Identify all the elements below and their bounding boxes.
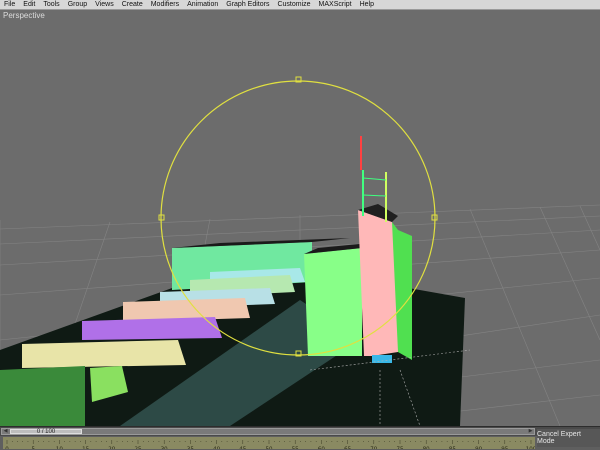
ruler-tick-label: 55 [292,447,299,450]
tower-front [358,210,398,356]
ruler-tick-label: 65 [344,447,351,450]
menu-group[interactable]: Group [64,0,91,9]
menu-create[interactable]: Create [118,0,147,9]
menu-maxscript[interactable]: MAXScript [315,0,356,9]
ruler-tick-label: 90 [475,447,482,450]
menu-file[interactable]: File [0,0,19,9]
ruler-tick-label: 85 [449,447,456,450]
ruler-tick-label: 5 [31,447,35,450]
track-bar[interactable]: 0 5 10 15 20 25 30 35 40 45 50 55 60 65 70 75 80 85 90 95 10… [3,437,535,449]
time-slider-thumb[interactable]: 0 / 100 [10,429,82,435]
ruler-tick-label: 35 [187,447,194,450]
ruler-tick-label: 30 [161,447,168,450]
ruler-tick-label: 10 [56,447,63,450]
ruler-tick-label: 40 [213,447,220,450]
slab-1 [22,340,186,368]
menu-edit[interactable]: Edit [19,0,39,9]
viewport-scene[interactable] [0,10,600,426]
ruler-tick-label: 95 [501,447,508,450]
ruler-tick-label: 45 [239,447,246,450]
next-frame-icon[interactable]: ▶ [527,429,534,434]
menu-views[interactable]: Views [91,0,118,9]
ruler-tick-label: 25 [135,447,142,450]
cancel-expert-mode-button[interactable]: Cancel Expert Mode [537,429,600,447]
ruler-tick-label: 60 [318,447,325,450]
ruler-tick-label: 20 [108,447,115,450]
ruler-tick-label: 0 [5,447,9,450]
menu-tools[interactable]: Tools [39,0,63,9]
perspective-viewport[interactable]: Perspective [0,10,600,426]
track-ruler: 0 5 10 15 20 25 30 35 40 45 50 55 60 65 70 75 80 85 90 95 10… [5,440,535,450]
slab-2 [82,317,222,340]
time-slider-track[interactable]: ◀ 0 / 100 ▶ [1,428,535,435]
menu-animation[interactable]: Animation [183,0,222,9]
menu-help[interactable]: Help [356,0,378,9]
ruler-tick-label: 70 [370,447,377,450]
ruler-tick-label: 80 [423,447,430,450]
menu-bar: File Edit Tools Group Views Create Modif… [0,0,600,10]
menu-graph-editors[interactable]: Graph Editors [222,0,273,9]
time-slider-bar: ◀ 0 / 100 ▶ [0,426,600,436]
prev-frame-icon[interactable]: ◀ [2,429,9,434]
antenna-rung [362,194,387,197]
green-box-front [304,248,362,356]
ruler-tick-label: 100 [526,447,535,450]
antenna-rung [362,177,387,181]
ruler-tick-label: 50 [266,447,273,450]
menu-customize[interactable]: Customize [273,0,314,9]
viewport-label[interactable]: Perspective [3,11,45,20]
front-block-left [0,366,85,426]
menu-modifiers[interactable]: Modifiers [147,0,183,9]
ruler-tick-label: 75 [397,447,404,450]
ruler-tick-label: 15 [82,447,89,450]
